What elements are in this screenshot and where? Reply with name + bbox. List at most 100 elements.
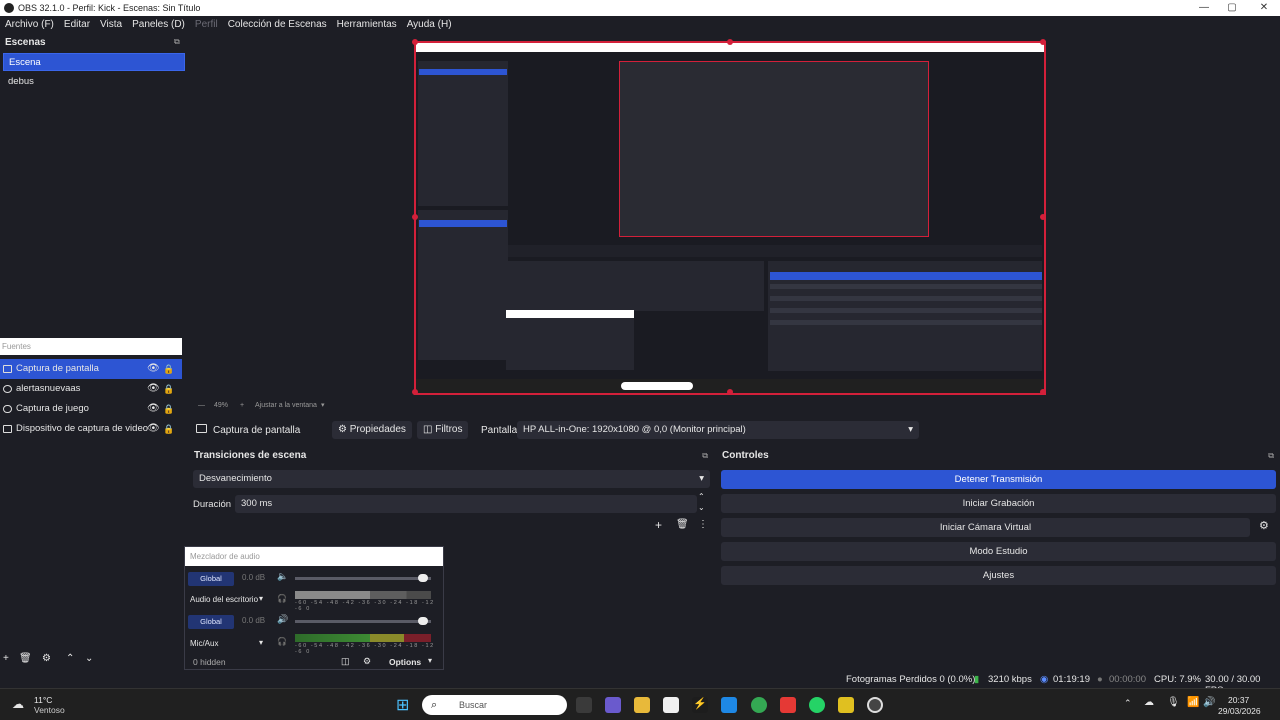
- volume-slider[interactable]: [295, 620, 431, 623]
- fit-window-button[interactable]: Ajustar a la ventana: [255, 402, 317, 409]
- menu-perfil[interactable]: Perfil: [190, 19, 223, 30]
- stepper-up-icon[interactable]: ⌃: [698, 492, 705, 501]
- filters-button[interactable]: ◫ Filtros: [417, 421, 469, 439]
- app-lightning-icon[interactable]: ⚡: [692, 697, 708, 713]
- menu-ayuda[interactable]: Ayuda (H): [402, 19, 457, 30]
- microphone-icon[interactable]: 🎙: [1167, 697, 1180, 708]
- file-explorer-icon[interactable]: [634, 697, 650, 713]
- start-recording-button[interactable]: Iniciar Grabación: [721, 494, 1276, 513]
- lock-icon[interactable]: 🔒: [163, 419, 174, 439]
- layout-toggle-icon[interactable]: ◫: [341, 656, 350, 667]
- taskbar-search[interactable]: ⌕ Buscar: [422, 695, 567, 715]
- cloud-icon[interactable]: ☁: [1144, 697, 1154, 708]
- headphones-icon[interactable]: 🎧: [277, 637, 287, 646]
- volume-slider[interactable]: [295, 577, 431, 580]
- menu-archivo[interactable]: Archivo (F): [0, 19, 59, 30]
- menu-editar[interactable]: Editar: [59, 19, 95, 30]
- zoom-out-icon[interactable]: —: [198, 402, 205, 409]
- clock-time[interactable]: 20:37: [1228, 695, 1249, 705]
- lock-icon[interactable]: 🔒: [163, 379, 174, 399]
- source-item[interactable]: Captura de juego 👁 🔒: [0, 399, 182, 419]
- eye-icon[interactable]: 👁: [147, 399, 160, 419]
- scene-item-debus[interactable]: debus: [3, 73, 185, 91]
- global-button[interactable]: Global: [188, 572, 234, 586]
- more-icon[interactable]: ⋮: [698, 519, 708, 530]
- add-source-icon[interactable]: +: [3, 653, 9, 664]
- gear-icon[interactable]: ⚙: [1259, 519, 1269, 532]
- volume-icon[interactable]: 🔊: [1203, 697, 1215, 708]
- task-view-icon[interactable]: [576, 697, 592, 713]
- sticky-notes-icon[interactable]: [838, 697, 854, 713]
- resize-handle[interactable]: [1040, 214, 1046, 220]
- chevron-up-icon[interactable]: ⌃: [1124, 698, 1132, 709]
- screen-select[interactable]: HP ALL-in-One: 1920x1080 @ 0,0 (Monitor …: [517, 421, 919, 439]
- stepper-down-icon[interactable]: ⌄: [698, 503, 705, 512]
- scene-item-escena[interactable]: Escena: [3, 53, 185, 71]
- resize-handle[interactable]: [412, 389, 418, 395]
- add-transition-icon[interactable]: +: [655, 518, 662, 532]
- popout-icon[interactable]: ⧉: [1268, 447, 1274, 465]
- move-down-icon[interactable]: ⌄: [85, 653, 93, 664]
- program-preview[interactable]: [412, 39, 1046, 395]
- windows-start-icon[interactable]: ⊞: [396, 695, 409, 715]
- transition-select[interactable]: Desvanecimiento ▾: [193, 470, 710, 488]
- start-virtual-camera-button[interactable]: Iniciar Cámara Virtual: [721, 518, 1250, 537]
- clock-date[interactable]: 29/03/2026: [1218, 706, 1261, 716]
- remove-source-icon[interactable]: 🗑: [19, 653, 32, 664]
- chrome-icon[interactable]: [751, 697, 767, 713]
- resize-handle[interactable]: [412, 39, 418, 45]
- eye-icon[interactable]: 👁: [147, 359, 160, 379]
- global-button[interactable]: Global: [188, 615, 234, 629]
- eye-icon[interactable]: 👁: [147, 419, 160, 439]
- wifi-icon[interactable]: 📶: [1187, 697, 1199, 708]
- close-button[interactable]: ✕: [1248, 0, 1280, 16]
- lock-icon[interactable]: 🔒: [163, 399, 174, 419]
- app-mail-icon[interactable]: [721, 697, 737, 713]
- source-item[interactable]: Captura de pantalla 👁 🔒: [0, 359, 182, 379]
- options-button[interactable]: Options: [389, 657, 421, 667]
- zoom-dropdown-icon[interactable]: ▾: [321, 401, 325, 409]
- store-icon[interactable]: [663, 697, 679, 713]
- resize-handle[interactable]: [1040, 39, 1046, 45]
- menu-herramientas[interactable]: Herramientas: [332, 19, 402, 30]
- muted-speaker-icon[interactable]: 🔈: [277, 571, 288, 582]
- duration-input[interactable]: 300 ms: [235, 495, 697, 513]
- duration-label: Duración: [193, 499, 232, 510]
- resize-handle[interactable]: [727, 389, 733, 395]
- volume-knob[interactable]: [418, 617, 428, 625]
- properties-label: Propiedades: [349, 424, 406, 435]
- volume-knob[interactable]: [418, 574, 428, 582]
- stop-streaming-button[interactable]: Detener Transmisión: [721, 470, 1276, 489]
- mixer-settings-icon[interactable]: ⚙: [363, 656, 371, 667]
- properties-button[interactable]: ⚙ Propiedades: [332, 421, 412, 439]
- source-item[interactable]: alertasnuevaas 👁 🔒: [0, 379, 182, 399]
- screen-select-value: HP ALL-in-One: 1920x1080 @ 0,0 (Monitor …: [523, 424, 746, 435]
- zoom-in-icon[interactable]: +: [240, 402, 244, 409]
- resize-handle[interactable]: [727, 39, 733, 45]
- popout-icon[interactable]: ⧉: [702, 447, 708, 465]
- chevron-down-icon[interactable]: ▾: [259, 594, 263, 603]
- settings-button[interactable]: Ajustes: [721, 566, 1276, 585]
- resize-handle[interactable]: [1040, 389, 1046, 395]
- lock-icon[interactable]: 🔒: [163, 359, 174, 379]
- obs-taskbar-icon[interactable]: [867, 697, 883, 713]
- headphones-icon[interactable]: 🎧: [277, 594, 287, 603]
- move-up-icon[interactable]: ⌃: [66, 653, 74, 664]
- remove-transition-icon[interactable]: 🗑: [676, 519, 689, 530]
- menu-coleccion-escenas[interactable]: Colección de Escenas: [223, 19, 332, 30]
- chevron-down-icon[interactable]: ▾: [259, 638, 263, 647]
- chevron-down-icon[interactable]: ▾: [428, 656, 432, 665]
- youtube-icon[interactable]: [780, 697, 796, 713]
- speaker-icon[interactable]: 🔊: [277, 614, 288, 625]
- scenes-popout-icon[interactable]: ⧉: [174, 37, 180, 47]
- whatsapp-icon[interactable]: [809, 697, 825, 713]
- menu-paneles[interactable]: Paneles (D): [127, 19, 190, 30]
- resize-handle[interactable]: [412, 214, 418, 220]
- copilot-icon[interactable]: [605, 697, 621, 713]
- eye-icon[interactable]: 👁: [147, 379, 160, 399]
- maximize-button[interactable]: ▢: [1216, 0, 1248, 16]
- menu-vista[interactable]: Vista: [95, 19, 127, 30]
- gear-icon[interactable]: ⚙: [42, 653, 51, 664]
- studio-mode-button[interactable]: Modo Estudio: [721, 542, 1276, 561]
- source-item[interactable]: Dispositivo de captura de video 👁 🔒: [0, 419, 182, 439]
